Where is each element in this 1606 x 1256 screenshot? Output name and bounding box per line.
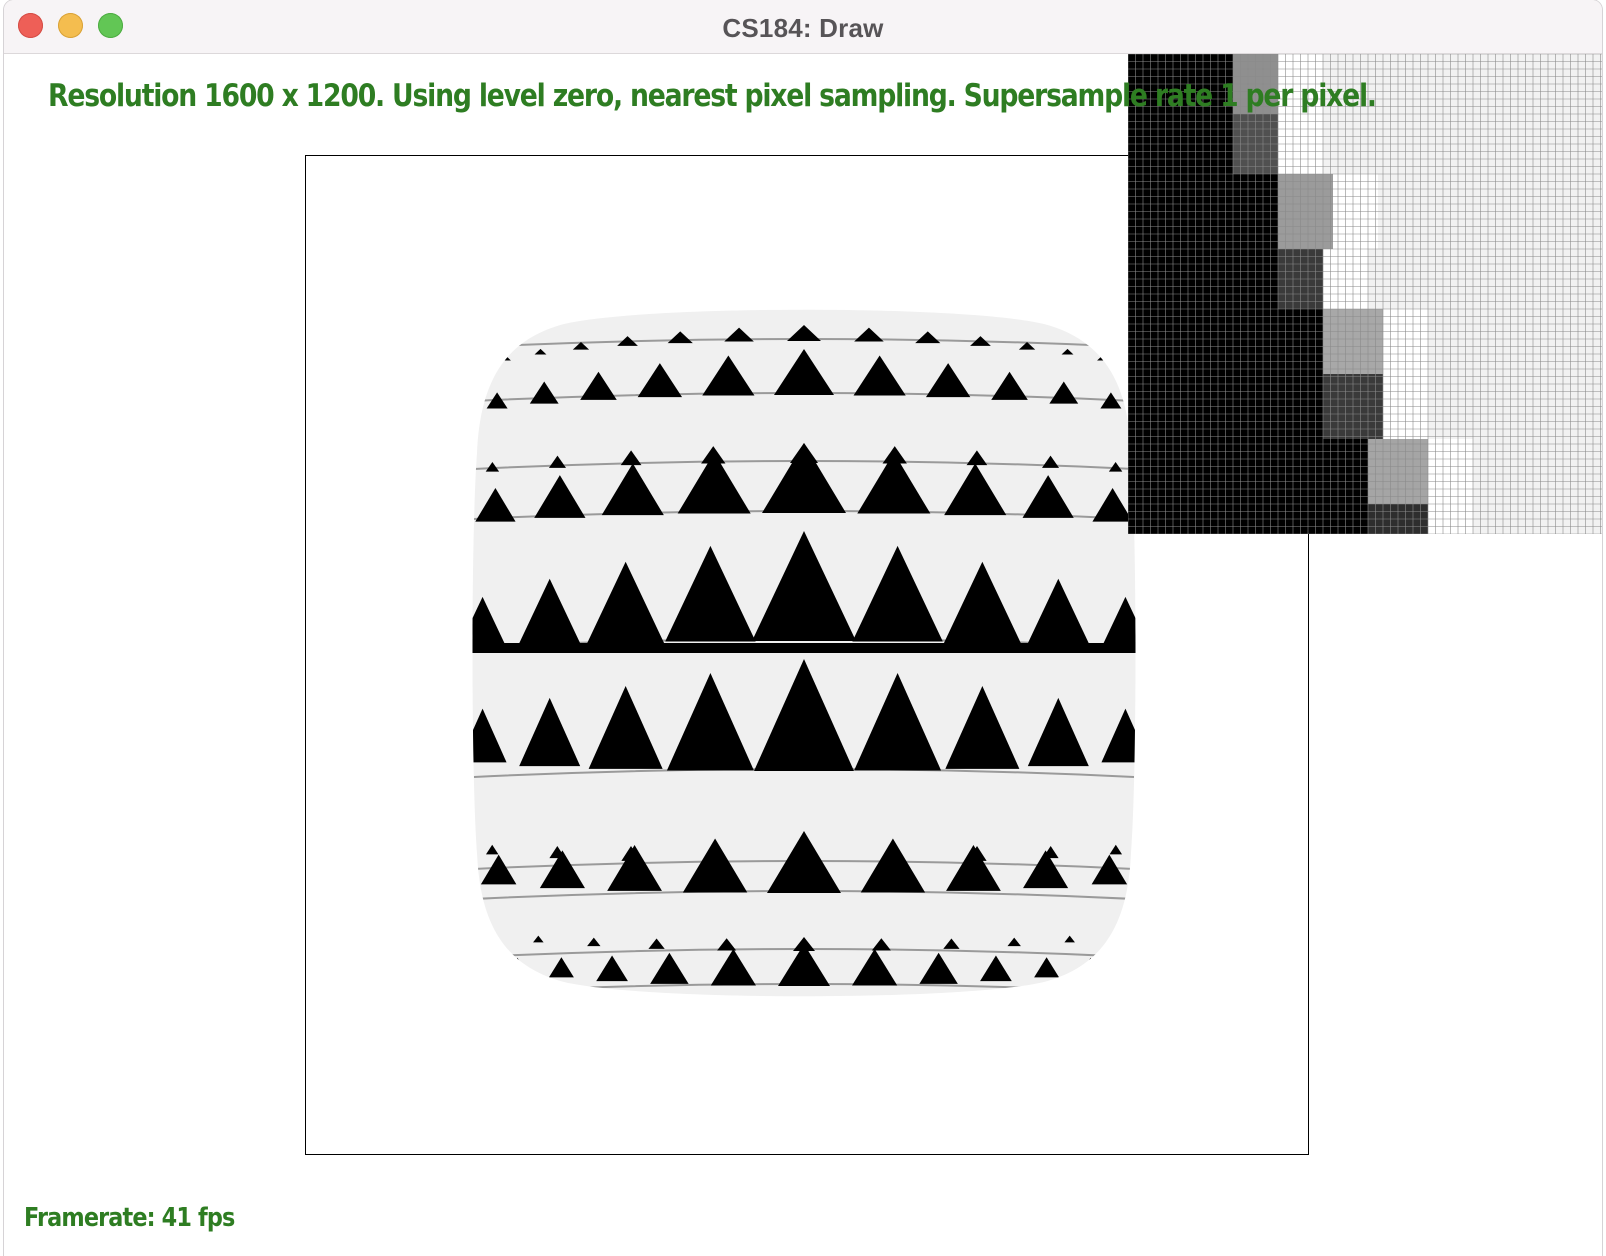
title-bar[interactable]: CS184: Draw (4, 0, 1602, 54)
texture-surface (472, 309, 1136, 997)
window-title: CS184: Draw (722, 13, 884, 43)
app-window: CS184: Draw Resolution 1600 x 1200. Usin… (4, 0, 1602, 1256)
framerate-text: Framerate: 41 fps (24, 1203, 235, 1233)
pixel-zoom-inspector (1128, 54, 1602, 534)
render-info-text: Resolution 1600 x 1200. Using level zero… (48, 78, 1377, 114)
